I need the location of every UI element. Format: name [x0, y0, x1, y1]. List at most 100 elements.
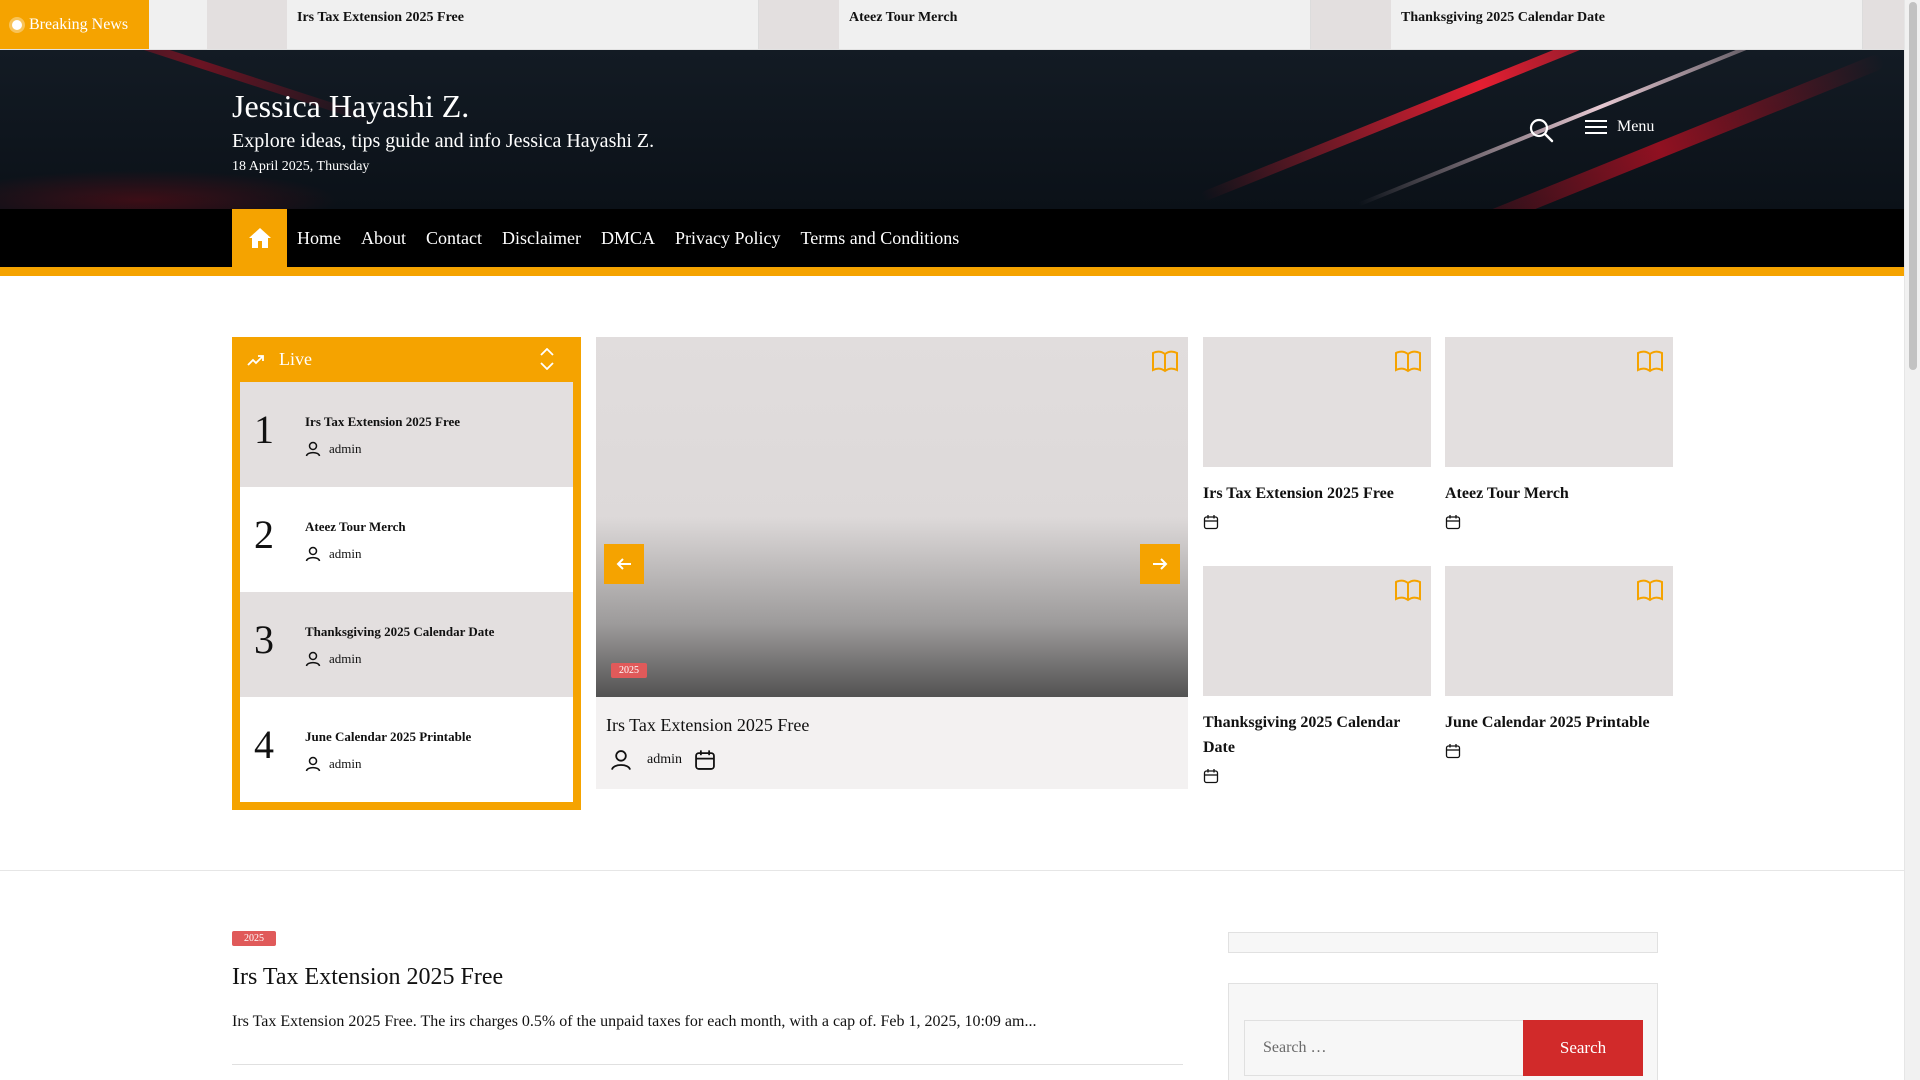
author-meta[interactable]: admin	[305, 441, 362, 457]
rank-number: 3	[254, 617, 274, 662]
ticker-thumbnail[interactable]	[1311, 0, 1391, 49]
hamburger-icon	[1585, 120, 1607, 134]
article-divider	[232, 1064, 1183, 1065]
article-title[interactable]: Irs Tax Extension 2025 Free	[232, 964, 503, 991]
post-title[interactable]: June Calendar 2025 Printable	[1445, 710, 1673, 735]
calendar-icon[interactable]	[1203, 514, 1431, 530]
primary-nav: Home About Contact Disclaimer DMCA Priva…	[0, 209, 1904, 267]
search-input[interactable]	[1245, 1021, 1523, 1075]
nav-home[interactable]: Home	[297, 228, 341, 249]
arrow-right-icon	[1153, 558, 1168, 570]
post-card[interactable]: Thanksgiving 2025 Calendar Date	[1203, 566, 1431, 784]
slider-next-button[interactable]	[1140, 544, 1180, 584]
nav-links: Home About Contact Disclaimer DMCA Priva…	[297, 209, 979, 267]
live-item-title[interactable]: Ateez Tour Merch	[305, 519, 406, 535]
post-card[interactable]: June Calendar 2025 Printable	[1445, 566, 1673, 759]
post-card[interactable]: Irs Tax Extension 2025 Free	[1203, 337, 1431, 530]
category-badge[interactable]: 2025	[232, 931, 276, 946]
author-name: admin	[329, 441, 362, 456]
sidebar-widget	[1228, 932, 1658, 953]
breaking-news-text: Breaking News	[29, 16, 129, 33]
slide-image[interactable]	[596, 337, 1188, 697]
search-icon[interactable]	[1528, 117, 1554, 143]
post-title[interactable]: Irs Tax Extension 2025 Free	[1203, 481, 1431, 506]
live-arrows	[539, 348, 569, 370]
post-thumbnail[interactable]	[1445, 566, 1673, 696]
ticker-thumbnail[interactable]	[207, 0, 287, 49]
nav-about[interactable]: About	[361, 228, 406, 249]
book-open-icon[interactable]	[1151, 349, 1179, 373]
breaking-news-ticker: Breaking News Irs Tax Extension 2025 Fre…	[0, 0, 1904, 50]
live-dot-icon	[12, 20, 22, 30]
slide-meta: admin	[610, 749, 716, 771]
live-list: 1 Irs Tax Extension 2025 Free admin 2 At…	[240, 382, 573, 802]
author-meta[interactable]: admin	[305, 756, 362, 772]
calendar-icon[interactable]	[1203, 768, 1431, 784]
post-thumbnail[interactable]	[1203, 566, 1431, 696]
author-meta[interactable]: admin	[305, 546, 362, 562]
book-open-icon[interactable]	[1394, 578, 1422, 602]
slide-title[interactable]: Irs Tax Extension 2025 Free	[606, 715, 809, 736]
search-field-wrapper	[1244, 1020, 1524, 1076]
list-item[interactable]: 4 June Calendar 2025 Printable admin	[240, 697, 573, 802]
list-item[interactable]: 2 Ateez Tour Merch admin	[240, 487, 573, 592]
site-header: Jessica Hayashi Z. Explore ideas, tips g…	[0, 50, 1904, 209]
featured-slider: 2025 Irs Tax Extension 2025 Free admin	[596, 337, 1188, 789]
post-thumbnail[interactable]	[1445, 337, 1673, 467]
book-open-icon[interactable]	[1636, 349, 1664, 373]
user-icon	[305, 441, 321, 457]
list-item[interactable]: 3 Thanksgiving 2025 Calendar Date admin	[240, 592, 573, 697]
chevron-down-icon[interactable]	[539, 362, 555, 370]
post-card[interactable]: Ateez Tour Merch	[1445, 337, 1673, 530]
post-thumbnail[interactable]	[1203, 337, 1431, 467]
list-item[interactable]: 1 Irs Tax Extension 2025 Free admin	[240, 382, 573, 487]
author-name[interactable]: admin	[647, 752, 682, 768]
home-icon	[248, 228, 271, 248]
chevron-up-icon[interactable]	[539, 348, 555, 356]
page-scrollbar[interactable]	[1904, 0, 1920, 1080]
calendar-icon[interactable]	[694, 749, 716, 771]
site-tagline: Explore ideas, tips guide and info Jessi…	[232, 130, 655, 152]
search-submit-button[interactable]: Search	[1523, 1020, 1643, 1076]
live-item-title[interactable]: June Calendar 2025 Printable	[305, 729, 471, 745]
user-icon	[305, 651, 321, 667]
site-title[interactable]: Jessica Hayashi Z.	[232, 88, 469, 125]
home-icon-button[interactable]	[232, 209, 287, 267]
menu-button[interactable]: Menu	[1585, 118, 1654, 136]
ticker-item-link[interactable]: Ateez Tour Merch	[849, 10, 957, 26]
header-glow	[0, 170, 340, 209]
author-name: admin	[329, 546, 362, 561]
calendar-icon[interactable]	[1445, 514, 1673, 530]
category-badge[interactable]: 2025	[611, 663, 647, 678]
nav-privacy-policy[interactable]: Privacy Policy	[675, 228, 781, 249]
rank-number: 4	[254, 722, 274, 767]
book-open-icon[interactable]	[1636, 578, 1664, 602]
nav-contact[interactable]: Contact	[426, 228, 482, 249]
ticker-thumbnail[interactable]	[759, 0, 839, 49]
user-icon	[305, 756, 321, 772]
scrollbar-thumb[interactable]	[1909, 2, 1917, 370]
live-title: Live	[279, 349, 312, 369]
book-open-icon[interactable]	[1394, 349, 1422, 373]
ticker-item-link[interactable]: Irs Tax Extension 2025 Free	[297, 10, 464, 26]
nav-disclaimer[interactable]: Disclaimer	[502, 228, 581, 249]
nav-terms[interactable]: Terms and Conditions	[801, 228, 960, 249]
live-widget: Live 1 Irs Tax Extension 2025 Free admin…	[232, 337, 581, 810]
user-icon	[305, 546, 321, 562]
author-name: admin	[329, 651, 362, 666]
calendar-icon[interactable]	[1445, 743, 1673, 759]
article-excerpt: Irs Tax Extension 2025 Free. The irs cha…	[232, 1013, 1037, 1030]
user-icon	[611, 750, 631, 770]
ticker-thumbnail[interactable]	[1863, 0, 1904, 49]
post-title[interactable]: Thanksgiving 2025 Calendar Date	[1203, 710, 1431, 760]
nav-accent-bar	[0, 267, 1904, 276]
nav-dmca[interactable]: DMCA	[601, 228, 655, 249]
rank-number: 1	[254, 407, 274, 452]
ticker-item-link[interactable]: Thanksgiving 2025 Calendar Date	[1401, 10, 1605, 26]
slider-prev-button[interactable]	[604, 544, 644, 584]
live-item-title[interactable]: Thanksgiving 2025 Calendar Date	[305, 624, 494, 640]
author-meta[interactable]: admin	[305, 651, 362, 667]
post-title[interactable]: Ateez Tour Merch	[1445, 481, 1673, 506]
current-date: 18 April 2025, Thursday	[232, 159, 370, 174]
live-item-title[interactable]: Irs Tax Extension 2025 Free	[305, 414, 460, 430]
